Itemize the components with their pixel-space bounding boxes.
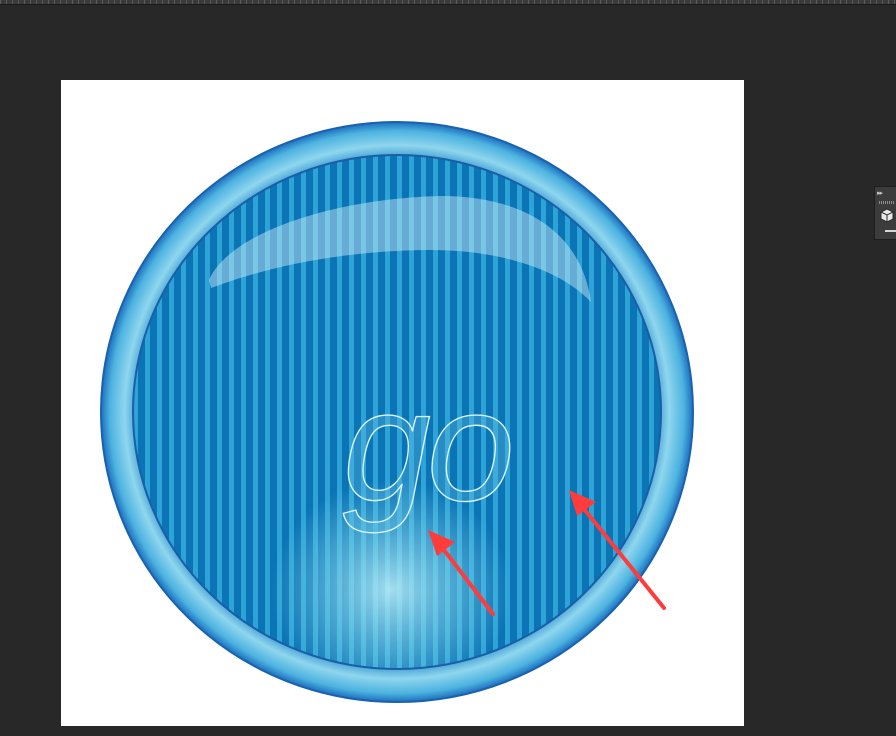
document-canvas[interactable]: go [61, 80, 744, 726]
collapsed-panel-dock[interactable]: ▸▸ [874, 186, 896, 240]
top-ruler [0, 0, 896, 5]
panel-bar [885, 230, 896, 232]
double-chevron-right-icon[interactable]: ▸▸ [877, 189, 895, 198]
3d-cube-icon[interactable] [878, 206, 896, 226]
go-button-artwork: go [100, 121, 694, 703]
panel-grip[interactable] [879, 201, 895, 204]
go-text: go [343, 358, 511, 534]
